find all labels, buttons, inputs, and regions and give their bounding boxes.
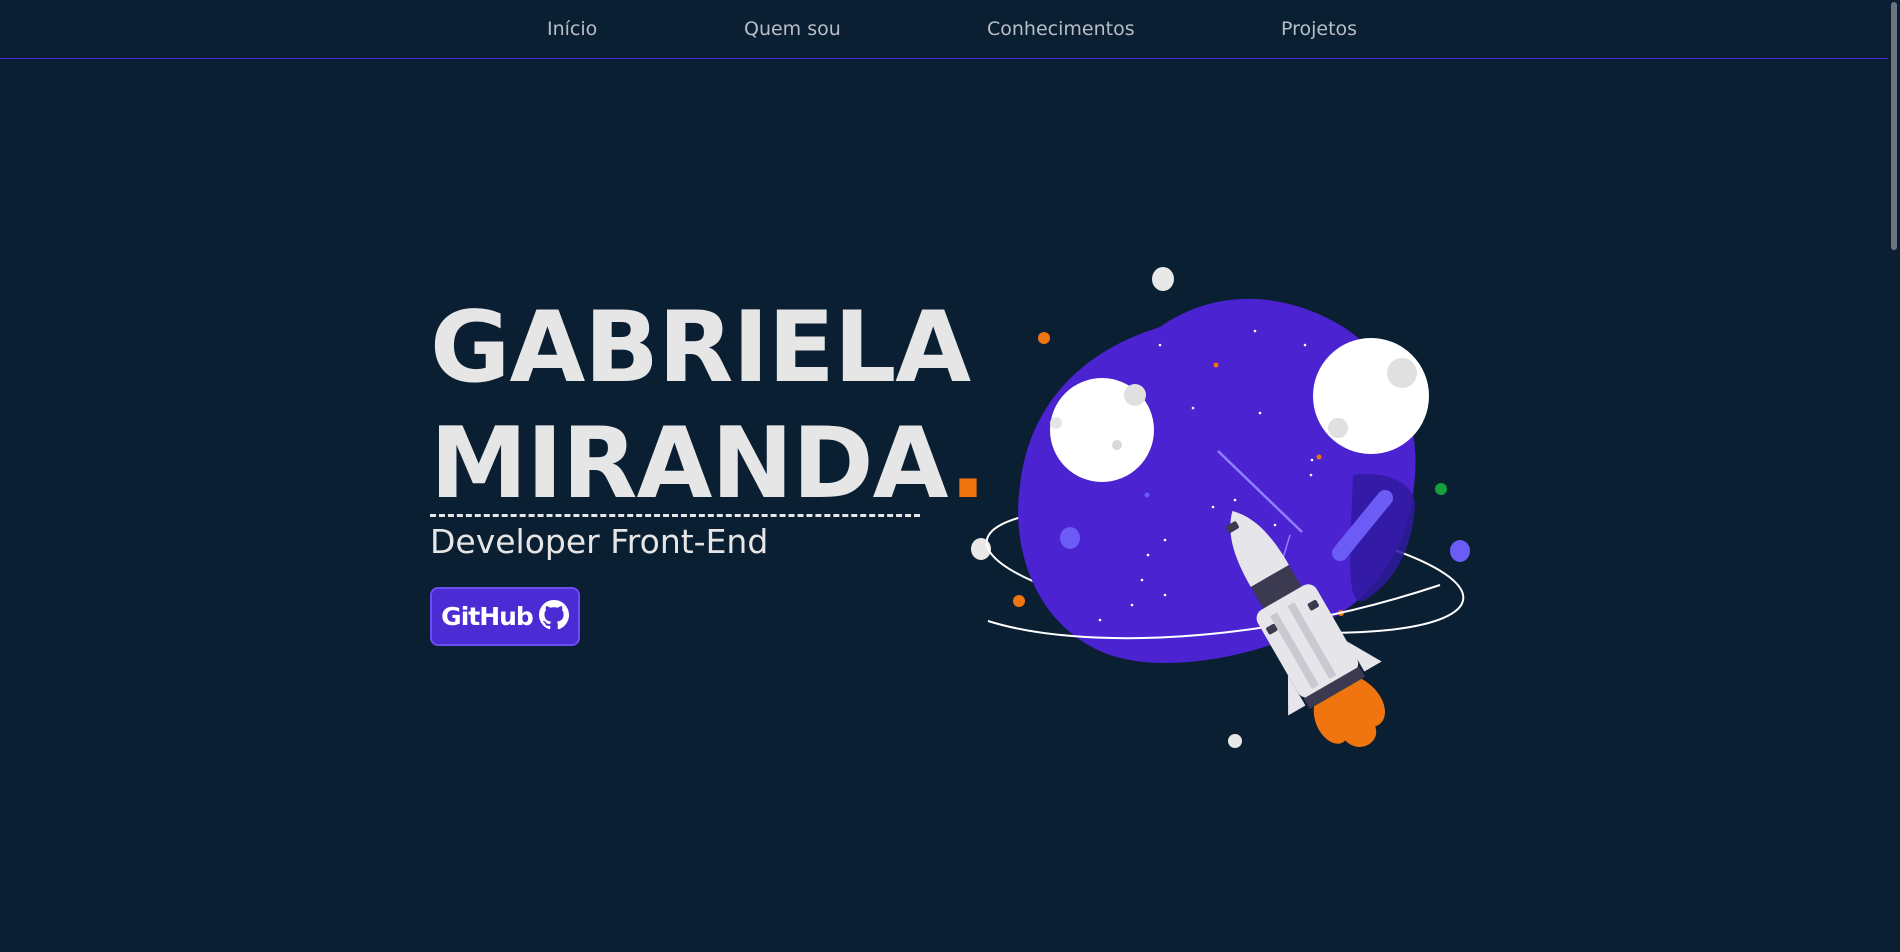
github-button-label: GitHub — [441, 602, 534, 631]
nav-link-projetos[interactable]: Projetos — [1281, 18, 1357, 40]
github-button[interactable]: GitHub — [430, 587, 580, 646]
nav-link-quem-sou[interactable]: Quem sou — [744, 18, 841, 40]
nav-link-inicio[interactable]: Início — [547, 18, 597, 40]
top-nav: Início Quem sou Conhecimentos Projetos — [0, 0, 1888, 59]
hero-last-name-line: MIRANDA. — [430, 406, 987, 522]
scrollbar-thumb[interactable] — [1891, 2, 1897, 250]
hero-name: GABRIELA MIRANDA. — [430, 290, 987, 522]
hero-last-name: MIRANDA — [430, 407, 950, 521]
nav-link-conhecimentos[interactable]: Conhecimentos — [987, 18, 1135, 40]
page-scrollbar[interactable] — [1888, 0, 1900, 952]
role-subtitle: Developer Front-End — [430, 522, 769, 561]
github-icon — [538, 599, 569, 634]
hero-illustration — [960, 255, 1480, 799]
planet-rocket-illustration — [971, 267, 1470, 748]
dashed-divider — [430, 514, 920, 517]
hero-first-name: GABRIELA — [430, 291, 971, 405]
